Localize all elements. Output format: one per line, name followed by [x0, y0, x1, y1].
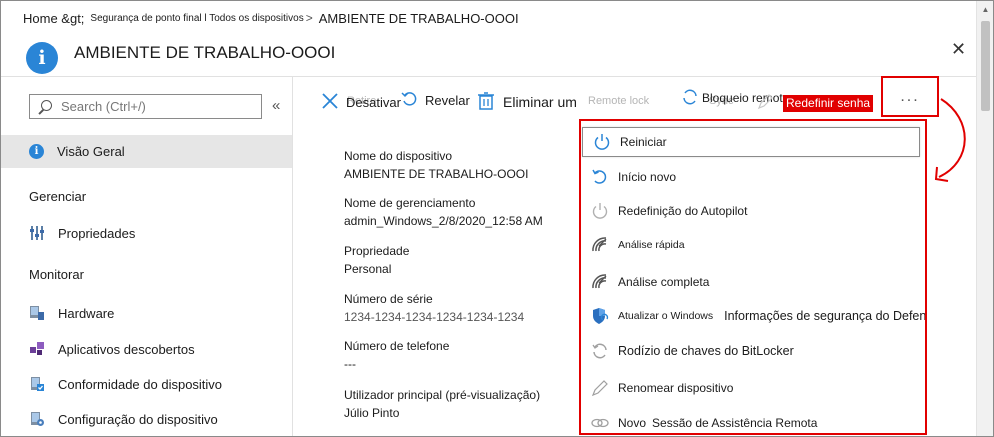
menu-item-label: Renomear dispositivo	[618, 381, 734, 395]
rotate-icon	[591, 342, 609, 360]
pencil-icon	[591, 379, 609, 397]
deactivate-button[interactable]: Desativar	[320, 87, 401, 117]
remote-assist-label: Sessão de Assistência Remota	[652, 416, 818, 430]
callout-arrow-icon	[934, 98, 966, 182]
defender-shield-icon	[591, 307, 609, 325]
menu-item-label: Rodízio de chaves do BitLocker	[618, 344, 794, 358]
serial-number-value: 1234-1234-1234-1234-1234-1234	[344, 310, 525, 324]
sidebar-item-label: Hardware	[58, 305, 115, 321]
power-icon	[593, 133, 611, 151]
primary-user-label: Utilizador principal (pré-visualização)	[344, 388, 541, 402]
ownership-value: Personal	[344, 262, 392, 276]
menu-item-fresh-start[interactable]: Início novo	[581, 162, 925, 192]
menu-item-quick-scan[interactable]: Análise rápida	[581, 230, 925, 260]
reset-password-label[interactable]: Redefinir senha	[783, 95, 874, 112]
sidebar-item-label: Aplicativos descobertos	[58, 341, 195, 357]
sidebar-item-discovered-apps[interactable]: Aplicativos descobertos	[29, 338, 195, 360]
trash-icon	[477, 91, 495, 114]
scroll-up-icon[interactable]: ▲	[977, 1, 993, 18]
compliance-icon	[29, 376, 45, 392]
defender-info-label: Informações de segurança do Defender	[724, 309, 927, 323]
menu-item-label: Análise rápida	[618, 239, 685, 251]
more-actions-menu: Reiniciar Início novo Redefinição do Aut…	[579, 119, 927, 435]
properties-icon	[29, 225, 45, 241]
device-blade: Home &gt; Segurança de ponto final l Tod…	[0, 0, 994, 437]
menu-item-new-remote-assistance[interactable]: Novo Sessão de Assistência Remota	[581, 408, 925, 433]
deactivate-label: Desativar	[346, 94, 401, 110]
reveal-label: Revelar	[425, 92, 470, 108]
left-nav: « i Visão Geral Gerenciar Propriedades M…	[1, 77, 293, 436]
breadcrumb-home[interactable]: Home &gt;	[23, 11, 84, 26]
close-icon	[320, 91, 340, 114]
reset-icon	[401, 90, 419, 111]
breadcrumb-all-devices[interactable]: Segurança de ponto final l Todos os disp…	[90, 13, 303, 24]
primary-user-value: Júlio Pinto	[344, 406, 400, 420]
menu-item-autopilot-reset[interactable]: Redefinição do Autopilot	[581, 196, 925, 226]
sidebar-item-device-configuration[interactable]: Configuração do dispositivo	[29, 408, 218, 430]
section-manage: Gerenciar	[29, 189, 87, 204]
fresh-start-icon	[591, 168, 609, 186]
sidebar-item-device-compliance[interactable]: Conformidade do dispositivo	[29, 373, 222, 395]
menu-item-bitlocker-rotation[interactable]: Rodízio de chaves do BitLocker	[581, 336, 925, 366]
apps-icon	[29, 341, 45, 357]
pencil-icon	[757, 94, 773, 115]
phone-number-value: ---	[344, 357, 356, 371]
menu-item-label: Início novo	[618, 170, 677, 184]
menu-item-label: Novo	[618, 416, 647, 430]
scan-icon	[591, 273, 609, 291]
sidebar-item-overview[interactable]: i Visão Geral	[1, 135, 292, 168]
menu-item-update-windows-defender[interactable]: Atualizar o Windows Informações de segur…	[581, 301, 925, 331]
menu-item-full-scan[interactable]: Análise completa	[581, 267, 925, 297]
info-icon: i	[29, 144, 44, 159]
breadcrumb-current: AMBIENTE DE TRABALHO-OOOI	[318, 10, 519, 26]
hardware-icon	[29, 305, 45, 321]
sidebar-item-label: Propriedades	[58, 225, 136, 241]
remote-lock-ghost-label: Remote lock	[588, 95, 650, 107]
search-input[interactable]	[61, 99, 251, 114]
device-name-value: AMBIENTE DE TRABALHO-OOOI	[344, 167, 529, 181]
sidebar-item-properties[interactable]: Propriedades	[29, 222, 135, 244]
delete-button[interactable]: Eliminar um	[477, 87, 577, 117]
search-box[interactable]	[29, 94, 262, 119]
sync-icon	[681, 88, 699, 109]
title-bar: i AMBIENTE DE TRABALHO-OOOI ✕	[1, 35, 976, 77]
menu-item-rename-device[interactable]: Renomear dispositivo	[581, 373, 925, 403]
sidebar-item-label: Conformidade do dispositivo	[58, 376, 223, 392]
page-title: AMBIENTE DE TRABALHO-OOOI	[74, 43, 336, 62]
serial-number-label: Número de série	[344, 292, 433, 306]
reveal-button[interactable]: Revelar	[401, 85, 470, 115]
scrollbar[interactable]: ▲	[976, 1, 993, 436]
management-name-label: Nome de gerenciamento	[344, 196, 476, 210]
menu-item-label: Atualizar o Windows	[618, 310, 714, 322]
menu-item-label: Reiniciar	[620, 135, 667, 149]
device-name-label: Nome do dispositivo	[344, 149, 453, 163]
autopilot-power-icon	[591, 202, 609, 220]
menu-item-label: Redefinição do Autopilot	[618, 204, 748, 218]
remote-lock-button[interactable]: Bloqueio remoto	[681, 83, 789, 113]
search-icon	[38, 99, 52, 114]
info-icon: i	[26, 42, 58, 74]
phone-number-label: Número de telefone	[344, 339, 450, 353]
collapse-icon[interactable]: «	[272, 97, 280, 114]
breadcrumb: Home &gt; Segurança de ponto final l Tod…	[1, 1, 976, 35]
scroll-thumb[interactable]	[981, 21, 990, 111]
remote-lock-label: Bloqueio remoto	[702, 91, 790, 105]
scan-icon	[591, 236, 609, 254]
configuration-icon	[29, 411, 45, 427]
link-icon	[591, 414, 609, 432]
sidebar-item-label: Configuração do dispositivo	[58, 411, 218, 427]
sidebar-item-label: Visão Geral	[57, 144, 125, 159]
close-icon[interactable]: ✕	[951, 39, 966, 60]
delete-label: Eliminar um	[503, 94, 577, 110]
section-monitor: Monitorar	[29, 267, 84, 282]
breadcrumb-chevron-icon: >	[305, 11, 313, 25]
sidebar-item-hardware[interactable]: Hardware	[29, 302, 114, 324]
management-name-value: admin_Windows_2/8/2020_12:58 AM	[344, 214, 543, 228]
menu-item-restart[interactable]: Reiniciar	[582, 127, 920, 157]
menu-item-label: Análise completa	[618, 275, 710, 289]
ownership-label: Propriedade	[344, 244, 410, 258]
